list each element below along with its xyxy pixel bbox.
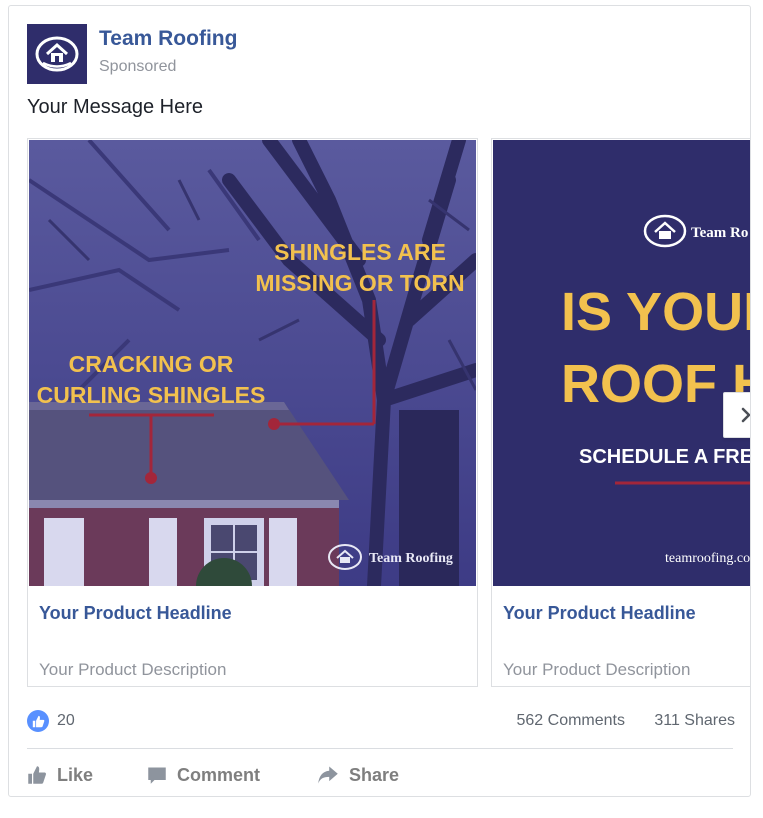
divider [27, 748, 733, 749]
callout-right-line2: MISSING OR TORN [255, 270, 464, 296]
page-avatar[interactable] [27, 24, 87, 84]
chevron-right-icon [741, 407, 750, 423]
watermark-text: Team Roofing [369, 551, 453, 566]
post-header: Team Roofing Sponsored [27, 24, 727, 84]
sponsored-post-card: Team Roofing Sponsored Your Message Here [8, 5, 751, 797]
carousel-next-button[interactable] [723, 392, 750, 438]
sponsored-label[interactable]: Sponsored [99, 58, 176, 76]
cta-text: SCHEDULE A FREE I [579, 446, 751, 468]
carousel: SHINGLES ARE MISSING OR TORN CRACKING OR… [27, 138, 751, 688]
headline-line1: IS YOUR H [561, 282, 751, 342]
like-label: Like [57, 764, 94, 785]
action-bar: Like Comment Share [27, 760, 727, 790]
engagement-stats: 20 562 Comments 311 Shares [27, 709, 735, 735]
comment-button[interactable]: Comment [147, 760, 260, 790]
roof-damage-illustration: SHINGLES ARE MISSING OR TORN CRACKING OR… [29, 140, 476, 586]
like-count[interactable]: 20 [57, 712, 75, 730]
callout-left-line2: CURLING SHINGLES [37, 382, 266, 408]
page-name-link[interactable]: Team Roofing [99, 27, 237, 51]
post-message: Your Message Here [27, 96, 204, 118]
carousel-image[interactable]: Team Ro IS YOUR H ROOF HEA SCHEDULE A FR… [493, 140, 751, 586]
comment-label: Comment [177, 764, 261, 785]
slide-headline[interactable]: Your Product Headline [503, 603, 696, 624]
url-text: teamroofing.co [665, 551, 750, 566]
slide-headline[interactable]: Your Product Headline [39, 603, 232, 624]
slide-description: Your Product Description [503, 660, 691, 679]
like-reaction-icon[interactable] [27, 710, 49, 732]
comments-count[interactable]: 562 Comments [517, 712, 626, 730]
brand-text: Team Ro [691, 225, 748, 241]
house-hand-logo-icon [35, 36, 79, 72]
thumbs-up-icon [28, 766, 46, 784]
share-button[interactable]: Share [317, 760, 399, 790]
callout-right-line1: SHINGLES ARE [274, 239, 446, 265]
like-button[interactable]: Like [27, 760, 93, 790]
slide-description: Your Product Description [39, 660, 227, 679]
callout-left-line1: CRACKING OR [69, 351, 234, 377]
share-arrow-icon [318, 766, 338, 784]
shares-count[interactable]: 311 Shares [654, 712, 735, 730]
carousel-image[interactable]: SHINGLES ARE MISSING OR TORN CRACKING OR… [29, 140, 476, 586]
share-label: Share [349, 764, 400, 785]
carousel-card[interactable]: SHINGLES ARE MISSING OR TORN CRACKING OR… [27, 138, 478, 687]
promo-graphic: Team Ro IS YOUR H ROOF HEA SCHEDULE A FR… [493, 140, 751, 586]
carousel-card[interactable]: Team Ro IS YOUR H ROOF HEA SCHEDULE A FR… [491, 138, 751, 687]
comment-icon [148, 767, 166, 784]
